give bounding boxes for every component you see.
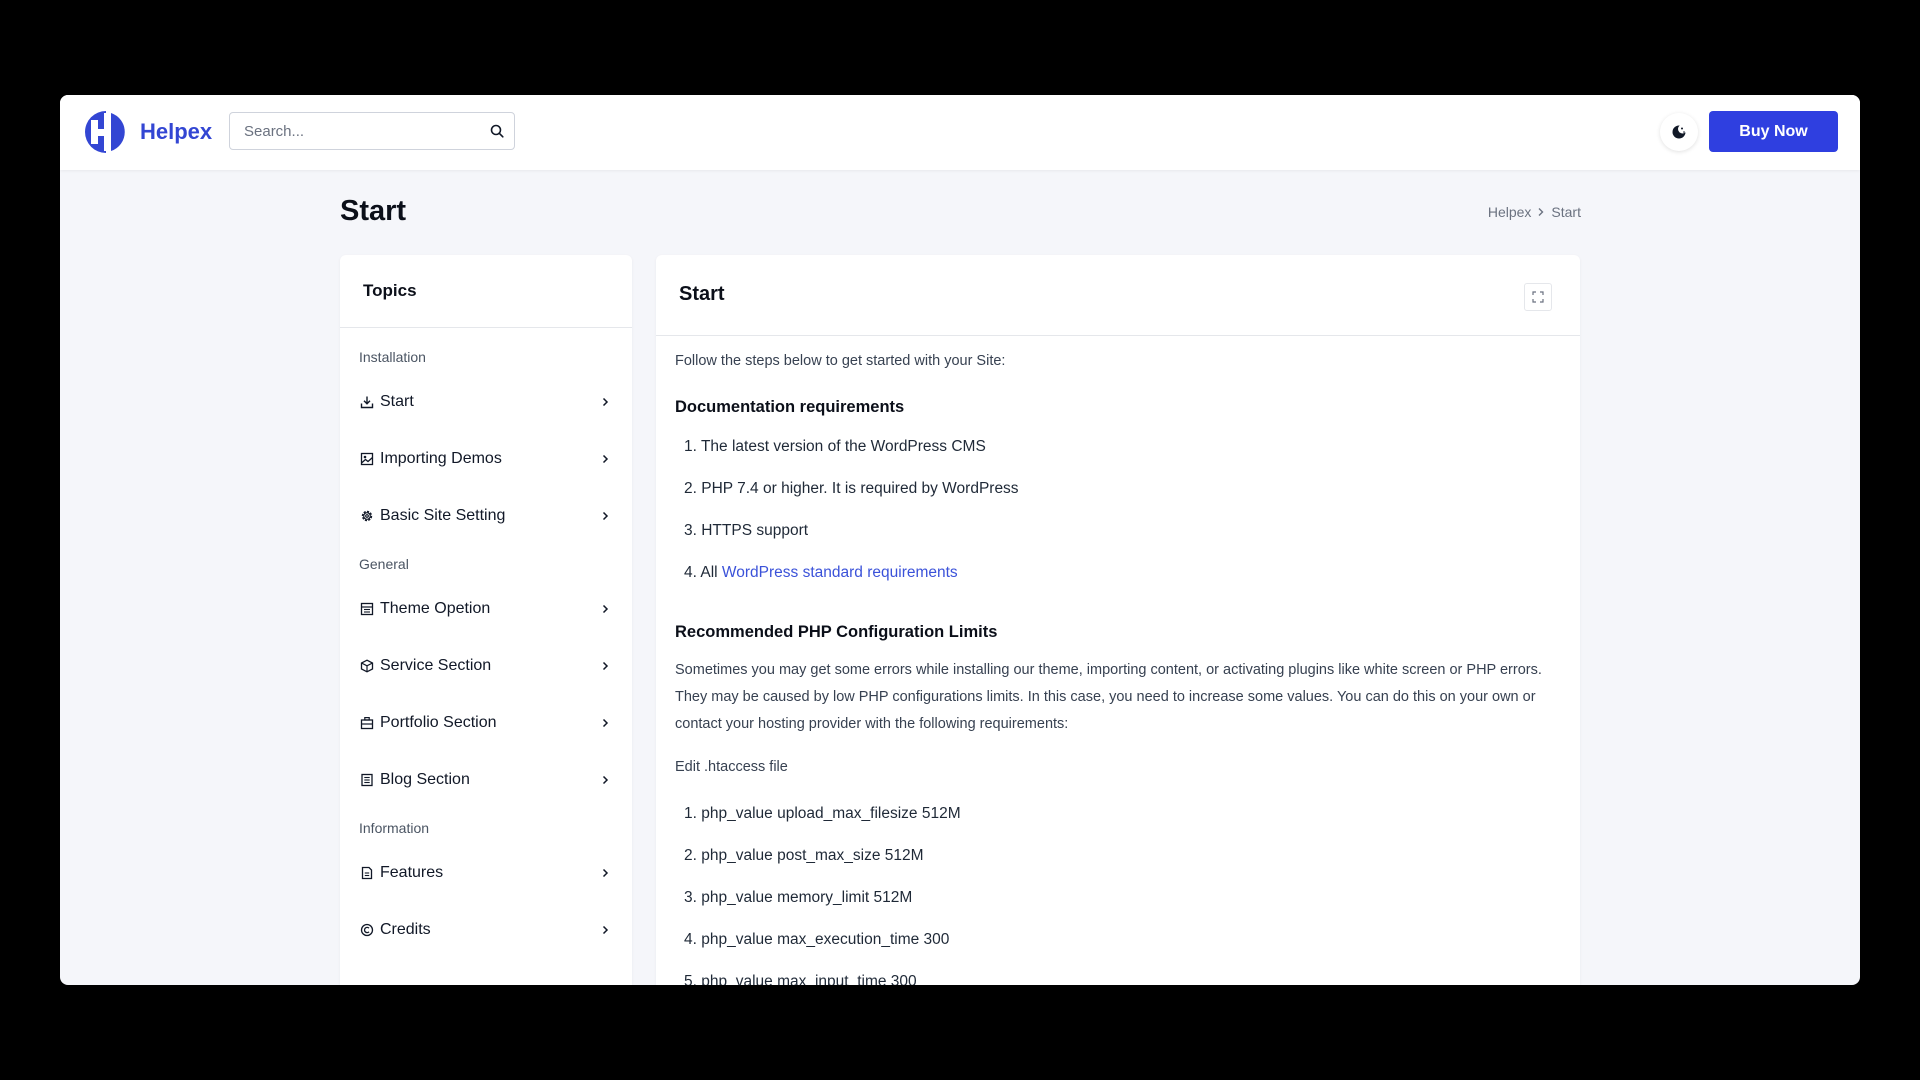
image-icon (360, 452, 374, 465)
gear-icon (361, 510, 373, 521)
helpex-logo-icon (85, 111, 125, 153)
fullscreen-button[interactable] (1524, 283, 1552, 311)
sidebar-item-label: Basic Site Setting (380, 506, 506, 524)
chevron-right-icon (1538, 208, 1544, 216)
sidebar-title: Topics (363, 281, 417, 300)
list-item: 1. php_value upload_max_filesize 512M (684, 805, 961, 822)
sidebar-group-installation: Installation (359, 349, 426, 365)
requirements-list: 1. The latest version of the WordPress C… (684, 437, 1019, 605)
article-header: Start (656, 255, 1580, 336)
list-item: 2. php_value post_max_size 512M (684, 847, 924, 864)
sidebar-item-credits[interactable]: Credits (340, 901, 632, 958)
topics-sidebar: Topics Installation Start Importing Demo… (340, 255, 632, 985)
sidebar-item-theme-opetion[interactable]: Theme Opetion (340, 580, 632, 637)
list-item-prefix: 4. All (684, 564, 722, 581)
file-icon (361, 866, 373, 879)
wordpress-requirements-link[interactable]: WordPress standard requirements (722, 564, 958, 581)
search-input[interactable] (230, 113, 498, 149)
list-item: 1. The latest version of the WordPress C… (684, 438, 986, 455)
chevron-right-icon (602, 868, 609, 877)
sidebar-item-label: Blog Section (380, 770, 470, 788)
brand-logo[interactable]: Helpex (82, 107, 212, 157)
article-panel: Start Follow the steps below to get star… (656, 255, 1580, 985)
moon-icon (1672, 124, 1687, 139)
requirements-heading: Documentation requirements (675, 398, 905, 416)
chevron-right-icon (602, 925, 609, 934)
sidebar-item-basic-site-setting[interactable]: Basic Site Setting (340, 487, 632, 544)
sidebar-group-general: General (359, 556, 409, 572)
sidebar-item-label: Portfolio Section (380, 713, 497, 731)
sidebar-item-features[interactable]: Features (340, 844, 632, 901)
sidebar-item-label: Features (380, 863, 444, 881)
sidebar-item-label: Service Section (380, 656, 492, 674)
php-config-paragraph: Sometimes you may get some errors while … (675, 662, 1542, 732)
sidebar-item-label: Theme Opetion (380, 599, 491, 617)
htaccess-list: 1. php_value upload_max_filesize 512M 2.… (684, 804, 961, 985)
chevron-right-icon (602, 718, 609, 727)
chevron-right-icon (602, 511, 609, 520)
sidebar-item-service-section[interactable]: Service Section (340, 637, 632, 694)
breadcrumb-home-link[interactable]: Helpex (1488, 204, 1532, 220)
box-icon (360, 658, 374, 673)
theme-toggle-button[interactable] (1660, 113, 1698, 151)
chevron-right-icon (602, 454, 609, 463)
chevron-right-icon (602, 604, 609, 613)
copyright-icon (360, 923, 374, 936)
sidebar-item-portfolio-section[interactable]: Portfolio Section (340, 694, 632, 751)
chevron-right-icon (602, 775, 609, 784)
sidebar-item-label: Credits (380, 920, 431, 938)
sidebar-item-blog-section[interactable]: Blog Section (340, 751, 632, 808)
sidebar-item-importing-demos[interactable]: Importing Demos (340, 430, 632, 487)
brand-name: Helpex (140, 119, 213, 144)
article-title: Start (679, 283, 725, 305)
chevron-right-icon (602, 397, 609, 406)
article-icon (361, 773, 373, 786)
list-item: 4. php_value max_execution_time 300 (684, 931, 950, 948)
sidebar-item-start[interactable]: Start (340, 373, 632, 430)
layout-icon (360, 602, 374, 615)
list-item: 2. PHP 7.4 or higher. It is required by … (684, 480, 1019, 497)
download-icon (360, 396, 374, 408)
list-item: 3. php_value memory_limit 512M (684, 889, 913, 906)
sidebar-item-label: Importing Demos (380, 449, 502, 467)
breadcrumb: Helpex Start (1488, 204, 1581, 220)
app-window: Helpex Buy Now Start Helpex Start (60, 95, 1860, 985)
sidebar-group-information: Information (359, 820, 430, 836)
briefcase-icon (360, 716, 374, 729)
php-config-heading: Recommended PHP Configuration Limits (675, 623, 998, 641)
list-item: 3. HTTPS support (684, 522, 809, 539)
chevron-right-icon (602, 661, 609, 670)
top-bar: Helpex Buy Now (60, 95, 1860, 170)
search-icon[interactable] (490, 124, 504, 138)
intro-text: Follow the steps below to get started wi… (675, 353, 1006, 369)
sidebar-item-label: Start (380, 392, 414, 410)
expand-icon (1532, 291, 1544, 303)
buy-now-button[interactable]: Buy Now (1709, 111, 1838, 152)
edit-htaccess-label: Edit .htaccess file (675, 759, 788, 775)
page-title: Start (340, 195, 407, 227)
sidebar-header: Topics (340, 255, 632, 328)
list-item: 5. php_value max_input_time 300 (684, 973, 917, 985)
list-item: 4. All WordPress standard requirements (684, 563, 1019, 605)
breadcrumb-current: Start (1551, 204, 1581, 220)
search-box[interactable] (229, 112, 515, 150)
